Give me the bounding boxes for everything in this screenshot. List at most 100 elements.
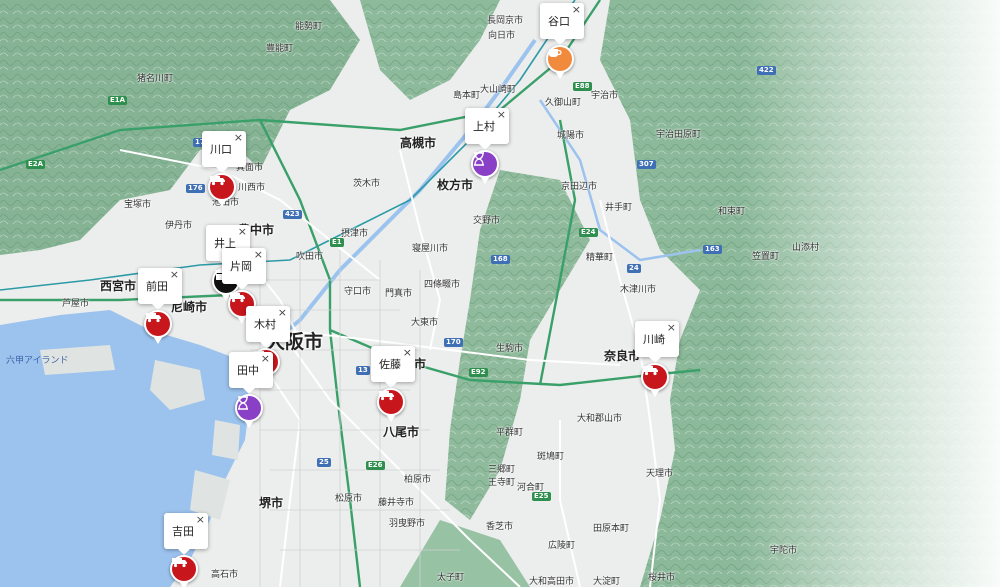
route-shield-e92: E92	[469, 368, 488, 377]
close-icon[interactable]: ×	[254, 248, 263, 261]
town-label-seika: 精華町	[586, 253, 614, 263]
route-shield-e1a: E1A	[108, 96, 128, 105]
marker-kawasaki[interactable]: 川崎 ×	[635, 321, 679, 397]
town-label-ide: 井手町	[605, 203, 633, 213]
town-label-shijonawate: 四條畷市	[424, 280, 461, 290]
marker-yoshida[interactable]: 吉田 ×	[164, 513, 208, 587]
bay-island-2	[212, 420, 240, 460]
town-label-kashiba: 香芝市	[486, 522, 514, 532]
close-icon[interactable]: ×	[196, 513, 205, 526]
route-shield-13: 13	[356, 366, 370, 375]
town-label-oji: 王寺町	[488, 478, 516, 488]
town-label-mukou: 向日市	[488, 31, 516, 41]
close-icon[interactable]: ×	[667, 321, 676, 334]
close-icon[interactable]: ×	[403, 346, 412, 359]
town-label-neyagawa: 寝屋川市	[412, 244, 449, 254]
marker-popup: 片岡 ×	[222, 248, 266, 290]
truck-icon[interactable]	[641, 363, 669, 397]
town-label-kyotanabe: 京田辺市	[561, 182, 598, 192]
city-label-yao: 八尾市	[383, 425, 420, 439]
marker-uemura[interactable]: 上村 ×	[465, 108, 509, 184]
town-label-fujiidera: 藤井寺市	[378, 498, 415, 508]
marker-label: 吉田	[172, 525, 194, 538]
marker-popup: 吉田 ×	[164, 513, 208, 555]
marker-inoue[interactable]: 井上 ×	[206, 225, 250, 301]
marker-kataoka[interactable]: 片岡 ×	[222, 248, 266, 324]
route-shield-307: 307	[637, 160, 656, 169]
town-label-oyodo: 大淀町	[593, 577, 621, 587]
town-label-settsu: 摂津市	[341, 229, 369, 239]
close-icon[interactable]: ×	[278, 306, 287, 319]
marker-kawaguchi[interactable]: 川口 ×	[202, 131, 246, 207]
town-label-uda: 宇陀市	[770, 546, 798, 556]
marker-taniguchi[interactable]: 谷口 ×	[540, 3, 584, 79]
close-icon[interactable]: ×	[234, 131, 243, 144]
marker-popup: 上村 ×	[465, 108, 509, 150]
town-label-takaishi: 高石市	[211, 570, 239, 580]
marker-sato[interactable]: 佐藤 ×	[371, 346, 415, 422]
town-label-sango: 三郷町	[488, 465, 516, 475]
city-label-nishinomiya: 西宮市	[100, 279, 137, 293]
marker-popup: 田中 ×	[229, 352, 273, 394]
route-shield-e24: E24	[579, 228, 598, 237]
town-label-matsubara: 松原市	[335, 494, 363, 504]
town-label-heguri: 平群町	[496, 428, 524, 438]
hourglass-icon[interactable]	[235, 394, 263, 428]
truck-icon[interactable]	[377, 388, 405, 422]
route-shield-163: 163	[703, 245, 722, 254]
city-label-takatsuki: 高槻市	[400, 136, 437, 150]
coffee-icon[interactable]	[546, 45, 574, 79]
close-icon[interactable]: ×	[497, 108, 506, 121]
town-label-oyamazaki: 大山崎町	[480, 85, 517, 95]
marker-maeda[interactable]: 前田 ×	[138, 268, 182, 344]
town-label-nose: 能勢町	[295, 22, 323, 32]
marker-popup: 川口 ×	[202, 131, 246, 173]
town-label-taishi: 太子町	[437, 573, 465, 583]
close-icon[interactable]: ×	[170, 268, 179, 281]
town-label-suita: 吹田市	[296, 252, 324, 262]
town-label-nagaokakyo: 長岡京市	[487, 16, 524, 26]
town-label-uji: 宇治市	[591, 91, 619, 101]
route-shield-e2a: E2A	[26, 160, 46, 169]
marker-popup: 谷口 ×	[540, 3, 584, 45]
marker-label: 田中	[237, 364, 259, 377]
route-shield-176: 176	[186, 184, 205, 193]
route-shield-e1: E1	[330, 238, 344, 247]
marker-popup: 木村 ×	[246, 306, 290, 348]
route-shield-168: 168	[491, 255, 510, 264]
marker-label: 木村	[254, 318, 276, 331]
route-shield-e25: E25	[532, 492, 551, 501]
truck-icon[interactable]	[144, 310, 172, 344]
town-label-ashiya: 芦屋市	[62, 299, 90, 309]
close-icon[interactable]: ×	[572, 3, 581, 16]
town-label-yamazoe: 山添村	[792, 243, 820, 253]
marker-tanaka[interactable]: 田中 ×	[229, 352, 273, 428]
hourglass-icon[interactable]	[471, 150, 499, 184]
marker-label: 上村	[473, 120, 495, 133]
marker-popup: 佐藤 ×	[371, 346, 415, 388]
close-icon[interactable]: ×	[261, 352, 270, 365]
city-label-hirakata: 枚方市	[437, 178, 474, 192]
town-label-ujitawara: 宇治田原町	[656, 130, 702, 140]
truck-icon[interactable]	[208, 173, 236, 207]
town-label-kumiyama: 久御山町	[545, 98, 582, 108]
town-label-katano: 交野市	[473, 216, 501, 226]
route-shield-25: 25	[317, 458, 331, 467]
route-shield-170: 170	[444, 338, 463, 347]
route-shield-e26: E26	[366, 461, 385, 470]
town-label-kasagi: 笠置町	[752, 252, 780, 262]
town-label-inagawa: 猪名川町	[137, 74, 174, 84]
map-canvas[interactable]: 大阪市 高槻市 枚方市 豊中市 西宮市 尼崎市 八尾市 奈良市 堺市 東大阪市 …	[0, 0, 1000, 587]
town-label-shimamoto: 島本町	[453, 91, 481, 101]
marker-label: 佐藤	[379, 358, 401, 371]
town-label-sakurai: 桜井市	[648, 573, 676, 583]
town-label-takarazuka: 宝塚市	[124, 200, 152, 210]
town-label-wazuka: 和束町	[718, 207, 746, 217]
truck-icon[interactable]	[170, 555, 198, 587]
town-label-kashihara: 柏原市	[404, 475, 432, 485]
marker-label: 前田	[146, 280, 168, 293]
close-icon[interactable]: ×	[238, 225, 247, 238]
town-label-kadoma: 門真市	[385, 289, 413, 299]
marker-label: 川崎	[643, 333, 665, 346]
town-label-tawaramoto: 田原本町	[593, 524, 630, 534]
